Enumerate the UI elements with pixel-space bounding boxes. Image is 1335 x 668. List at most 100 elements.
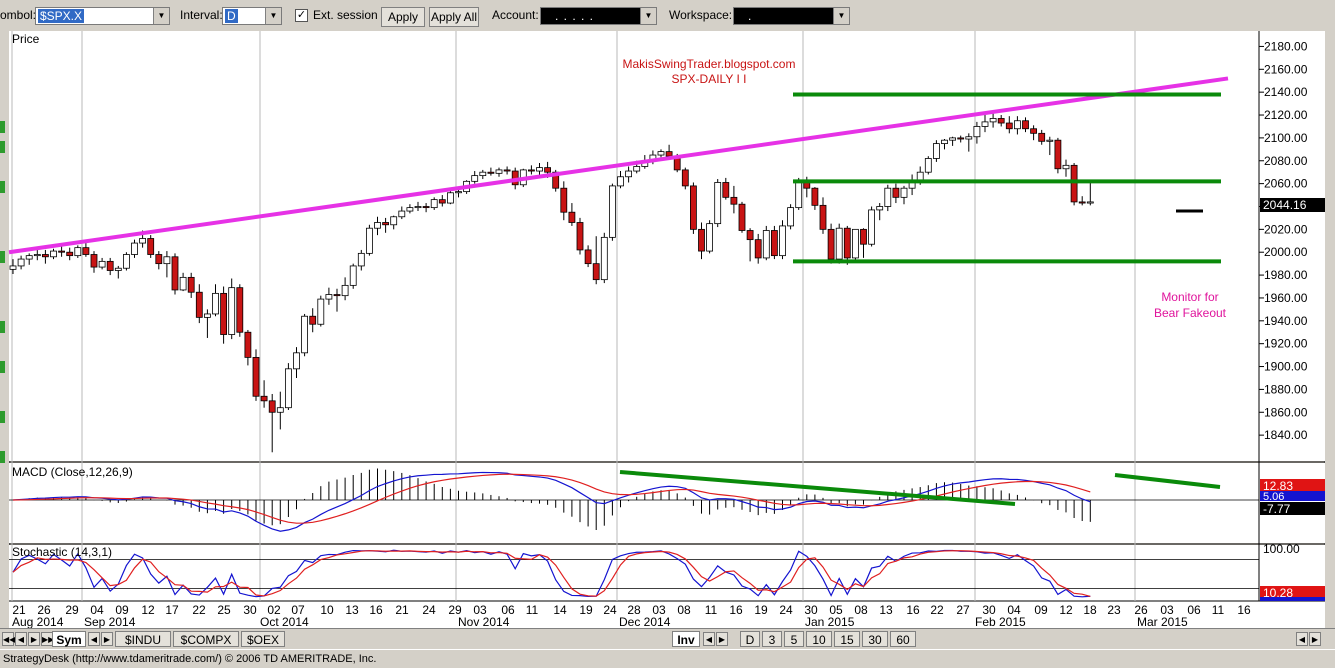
stoch-panel (9, 545, 1259, 601)
last-price-label: 2044.16 (1263, 198, 1307, 212)
tab-interval-1[interactable]: 3 (762, 631, 782, 647)
x-tick-label: 18 (1083, 603, 1097, 617)
candle-body (1014, 120, 1021, 130)
tab-symbol-0[interactable]: $INDU (115, 631, 171, 647)
x-tick-label: 14 (553, 603, 567, 617)
x-tick-label: 21 (395, 603, 409, 617)
candle-body (900, 187, 908, 198)
candle-body (90, 254, 98, 268)
x-tick-label: 11 (1212, 603, 1225, 617)
tab-interval-2[interactable]: 5 (784, 631, 804, 647)
candle-body (843, 227, 851, 259)
candle-body (868, 209, 875, 245)
candle-body (528, 169, 535, 172)
next-icon[interactable]: ▶ (28, 632, 40, 646)
candle-body (819, 204, 827, 230)
annotation-line-2: Bear Fakeout (1154, 306, 1227, 320)
y-tick-label: 1940.00 (1264, 314, 1308, 328)
prev-icon[interactable]: ◀ (88, 632, 100, 646)
tab-interval-0[interactable]: D (740, 631, 760, 647)
candle-body (568, 211, 576, 223)
candle-body (406, 207, 414, 212)
x-tick-label: 13 (345, 603, 359, 617)
candle-body (341, 284, 349, 297)
y-tick-label: 2020.00 (1264, 222, 1308, 236)
x-tick-label: 24 (603, 603, 617, 617)
candle-body (779, 225, 786, 257)
candle-body (852, 228, 859, 259)
candle-body (284, 368, 292, 409)
x-tick-label: 09 (1034, 603, 1048, 617)
tab-interval-6[interactable]: 60 (890, 631, 916, 647)
chart-area[interactable]: 2180.00 2160.00 2140.00 2120.00 2100.00 2080.… (0, 0, 1325, 628)
candle-body (309, 315, 317, 325)
annotation-line-1: Monitor for (1161, 290, 1218, 304)
candle-body (479, 171, 487, 177)
candle-body (1030, 128, 1037, 134)
x-month-label: Dec 2014 (619, 615, 671, 628)
tab-interval-4[interactable]: 15 (834, 631, 860, 647)
candle-body (42, 254, 49, 258)
y-tick-label: 2080.00 (1264, 154, 1308, 168)
candle-body (835, 227, 843, 260)
candle-body (576, 222, 584, 251)
candle-body (997, 118, 1005, 124)
candle-body (212, 292, 219, 315)
tab-interval-3[interactable]: 10 (806, 631, 832, 647)
candle-body (147, 238, 155, 255)
candle-body (503, 169, 511, 172)
x-tick-label: 08 (854, 603, 868, 617)
scroll-right-icon[interactable]: ▶ (1309, 632, 1321, 646)
tab-symbol-1[interactable]: $COMPX (173, 631, 239, 647)
candle-body (187, 276, 195, 293)
candle-body (293, 352, 300, 370)
candle-body (422, 206, 430, 209)
candle-body (325, 294, 333, 300)
scroll-left-icon[interactable]: ◀ (1296, 632, 1308, 646)
candle-body (365, 227, 373, 254)
candle-body (722, 182, 730, 198)
x-tick-label: 27 (956, 603, 970, 617)
candle-body (398, 210, 406, 218)
candle-body (374, 222, 381, 229)
candle-body (1054, 139, 1062, 170)
stoch-panel-label: Stochastic (14,3,1) (12, 545, 112, 559)
candle-body (706, 223, 713, 252)
stoch-tick-100: 100.00 (1263, 542, 1300, 556)
next-icon[interactable]: ▶ (101, 632, 113, 646)
candle-body (609, 185, 616, 238)
x-tick-label: 19 (579, 603, 593, 617)
y-tick-label: 2100.00 (1264, 131, 1308, 145)
candle-body (584, 249, 592, 265)
x-tick-label: 16 (1237, 603, 1251, 617)
candle-body (965, 136, 973, 140)
candle-body (33, 254, 41, 257)
candle-body (17, 258, 25, 267)
candle-body (268, 400, 276, 413)
x-month-label: Aug 2014 (12, 615, 64, 628)
candle-body (430, 199, 438, 209)
bottom-tabbar: ◀◀ ◀ ▶ ▶▶ Sym ◀ ▶ $INDU $COMPX $OEX Inv … (0, 628, 1335, 649)
next-icon[interactable]: ▶ (716, 632, 728, 646)
y-tick-label: 1980.00 (1264, 268, 1308, 282)
prev-icon[interactable]: ◀ (703, 632, 715, 646)
y-tick-label: 1920.00 (1264, 337, 1308, 351)
tab-inv[interactable]: Inv (672, 631, 700, 647)
stoch-value: 10.28 (1263, 586, 1293, 600)
candle-body (1038, 132, 1046, 142)
x-tick-label: 29 (65, 603, 79, 617)
first-icon[interactable]: ◀◀ (2, 632, 15, 646)
tab-interval-5[interactable]: 30 (862, 631, 888, 647)
x-tick-label: 10 (320, 603, 334, 617)
tab-symbol-2[interactable]: $OEX (241, 631, 285, 647)
x-tick-label: 12 (141, 603, 155, 617)
candle-body (989, 118, 997, 123)
candle-body (625, 170, 632, 178)
candle-body (657, 151, 665, 156)
candle-body (438, 199, 446, 204)
candle-body (957, 137, 965, 140)
candle-body (892, 187, 900, 198)
candle-body (973, 126, 981, 138)
prev-icon[interactable]: ◀ (15, 632, 27, 646)
tab-sym[interactable]: Sym (52, 631, 86, 647)
